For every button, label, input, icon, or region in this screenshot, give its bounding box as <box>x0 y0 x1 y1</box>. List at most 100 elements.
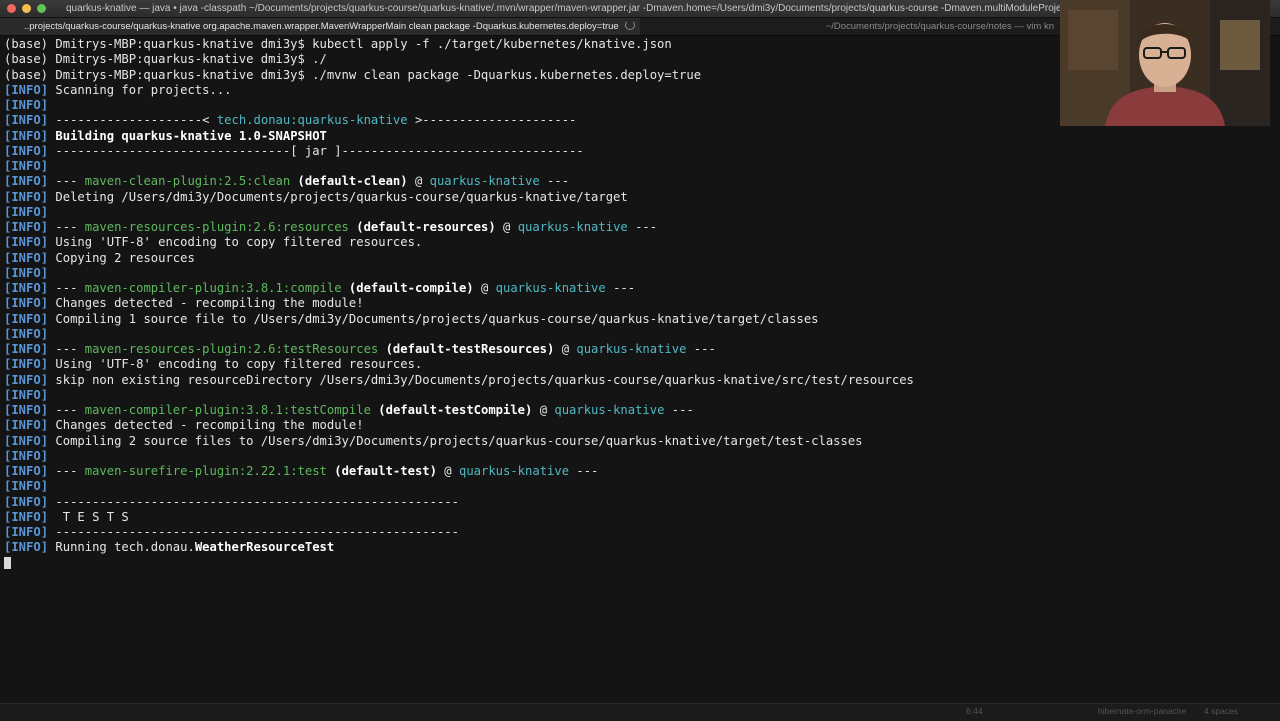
terminal-text: ] <box>40 128 56 143</box>
terminal-line: [INFO] skip non existing resourceDirecto… <box>4 373 1054 388</box>
terminal-text: Building quarkus-knative 1.0-SNAPSHOT <box>55 128 327 143</box>
terminal-text: INFO <box>11 509 41 524</box>
terminal-text: ] <box>40 509 56 524</box>
terminal-text: Running tech.donau. <box>55 540 195 555</box>
terminal-text: ] <box>40 403 56 417</box>
terminal-line: [INFO] --- maven-resources-plugin:2.6:te… <box>4 342 1054 357</box>
status-branch: hibernate-orm-panache <box>1098 706 1187 716</box>
terminal-text: maven-compiler-plugin:3.8.1:testCompile <box>84 403 371 417</box>
terminal-text: ] <box>40 494 56 509</box>
terminal-line: [INFO] T E S T S <box>4 510 1054 525</box>
terminal-text: ] <box>40 342 56 356</box>
terminal-text: INFO <box>11 281 41 295</box>
terminal-line: [INFO] --- maven-surefire-plugin:2.22.1:… <box>4 464 1054 479</box>
terminal-text: ] <box>40 479 49 494</box>
terminal-text: (default-compile) <box>348 281 474 295</box>
terminal-text: INFO <box>11 494 41 509</box>
terminal-text: @ <box>495 220 518 234</box>
terminal-text: ] <box>40 98 49 112</box>
terminal-line: [INFO] <box>4 159 1054 174</box>
minimize-window-button[interactable] <box>22 4 31 13</box>
tab-vim-notes[interactable]: ~/Documents/projects/quarkus-course/note… <box>641 18 1060 35</box>
terminal-text: --- <box>55 342 85 356</box>
terminal-text: INFO <box>11 296 41 311</box>
terminal-line: [INFO] --------------------< tech.donau:… <box>4 113 1054 128</box>
terminal-text: ] <box>40 281 56 295</box>
terminal-text: maven-clean-plugin:2.5:clean <box>84 174 291 189</box>
terminal-line: [INFO] ---------------------------------… <box>4 525 1054 540</box>
terminal-line: [INFO] <box>4 449 1054 464</box>
terminal-line: [INFO] Using 'UTF-8' encoding to copy fi… <box>4 235 1054 250</box>
tab-label: ..projects/quarkus-course/quarkus-knativ… <box>24 21 619 32</box>
terminal-text: Compiling 1 source file to /Users/dmi3y/… <box>55 311 819 326</box>
terminal-text: ] <box>40 174 56 189</box>
close-window-button[interactable] <box>7 4 16 13</box>
terminal-text: ] <box>40 265 49 280</box>
terminal-text: --- <box>664 403 694 417</box>
terminal-text: @ <box>407 174 430 189</box>
terminal-line: [INFO] Changes detected - recompiling th… <box>4 418 1054 433</box>
terminal-text: INFO <box>11 265 41 280</box>
terminal-output[interactable]: (base) Dmitrys-MBP:quarkus-knative dmi3y… <box>4 37 1054 571</box>
terminal-text: ] <box>40 326 49 341</box>
terminal-text: ] <box>40 250 56 265</box>
terminal-line: [INFO] --- maven-compiler-plugin:3.8.1:t… <box>4 403 1054 418</box>
terminal-text: ] <box>40 372 56 387</box>
terminal-text: INFO <box>11 403 41 417</box>
terminal-text: ] <box>40 113 56 128</box>
terminal-text: INFO <box>11 82 41 97</box>
terminal-text: INFO <box>11 143 41 158</box>
terminal-text: Scanning for projects... <box>55 82 232 97</box>
terminal-line: [INFO] Compiling 2 source files to /User… <box>4 434 1054 449</box>
terminal-text: @ <box>554 342 577 356</box>
terminal-text: Compiling 2 source files to /Users/dmi3y… <box>55 433 863 448</box>
terminal-text: @ <box>436 464 459 478</box>
tab-maven-build[interactable]: ..projects/quarkus-course/quarkus-knativ… <box>0 18 640 35</box>
window-title: quarkus-knative — java • java -classpath… <box>66 3 1060 14</box>
maximize-window-button[interactable] <box>37 4 46 13</box>
terminal-text: quarkus-knative <box>429 174 540 189</box>
terminal-text: (base) Dmitrys-MBP:quarkus-knative dmi3y… <box>4 67 702 82</box>
terminal-text: INFO <box>11 204 41 219</box>
webcam-overlay <box>1060 0 1270 126</box>
terminal-line: [INFO] Copying 2 resources <box>4 251 1054 266</box>
terminal-text: Copying 2 resources <box>55 250 195 265</box>
terminal-text: Using 'UTF-8' encoding to copy filtered … <box>55 357 423 372</box>
terminal-text: --- <box>55 220 85 234</box>
terminal-text: INFO <box>11 174 41 189</box>
terminal-text: ----------------------------------------… <box>55 494 459 509</box>
terminal-text: --------------------< <box>55 113 217 128</box>
terminal-line: [INFO] --- maven-resources-plugin:2.6:re… <box>4 220 1054 235</box>
terminal-line: [INFO] Compiling 1 source file to /Users… <box>4 312 1054 327</box>
terminal-text: maven-surefire-plugin:2.22.1:test <box>84 464 327 478</box>
terminal-text: maven-resources-plugin:2.6:testResources <box>84 342 379 356</box>
terminal-text: ] <box>40 433 56 448</box>
terminal-text: INFO <box>11 387 41 402</box>
terminal-line: [INFO] Running tech.donau.WeatherResourc… <box>4 540 1054 555</box>
terminal-line: [INFO] <box>4 479 1054 494</box>
terminal-text: ] <box>40 540 56 555</box>
terminal-line: [INFO] Building quarkus-knative 1.0-SNAP… <box>4 129 1054 144</box>
terminal-text: >--------------------- <box>407 113 577 128</box>
terminal-text: INFO <box>11 159 41 173</box>
terminal-text: quarkus-knative <box>576 342 687 356</box>
terminal-text: ] <box>40 357 56 372</box>
terminal-line: [INFO] <box>4 327 1054 342</box>
terminal-text: quarkus-knative <box>517 220 628 234</box>
terminal-text: --- <box>55 403 85 417</box>
terminal-text: INFO <box>11 326 41 341</box>
terminal-text: Deleting /Users/dmi3y/Documents/projects… <box>55 189 628 204</box>
terminal-line: [INFO] Scanning for projects... <box>4 83 1054 98</box>
terminal-text: (default-testResources) <box>385 342 555 356</box>
terminal-text: ] <box>40 235 56 250</box>
terminal-text: (default-test) <box>334 464 437 478</box>
terminal-line: [INFO] Using 'UTF-8' encoding to copy fi… <box>4 357 1054 372</box>
terminal-text: --------------------------------[ jar ]-… <box>55 143 584 158</box>
terminal-line: (base) Dmitrys-MBP:quarkus-knative dmi3y… <box>4 37 1054 52</box>
terminal-text: ] <box>40 418 56 433</box>
busy-spinner-icon <box>624 20 635 30</box>
terminal-text: Changes detected - recompiling the modul… <box>55 296 364 311</box>
terminal-text: INFO <box>11 235 41 250</box>
terminal-text: Using 'UTF-8' encoding to copy filtered … <box>55 235 423 250</box>
